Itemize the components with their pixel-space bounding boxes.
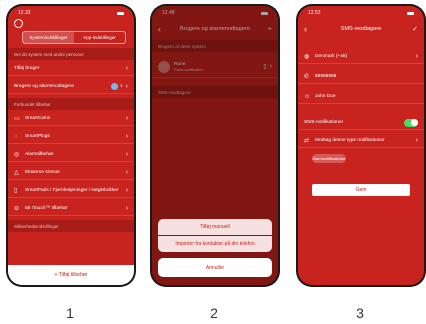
country-value: Denmark (+45)	[315, 54, 348, 59]
chevron-right-icon: ›	[125, 83, 128, 90]
profile-icon[interactable]	[14, 19, 23, 28]
tab-system-settings[interactable]: Systemindstillinger	[23, 32, 74, 43]
signal-icon	[117, 11, 124, 15]
users-recipients-row[interactable]: Brugere og alarmmodtagere 1 ›	[8, 80, 134, 94]
import-contacts-option[interactable]: Importer fra kontakter på din telefon	[158, 236, 272, 252]
screen-2: 12.48 ‹ Brugere og alarmmodtagere + Brug…	[152, 6, 278, 285]
siren-icon: △	[14, 170, 19, 176]
add-user-row[interactable]: Tilføj bruger ›	[8, 62, 134, 76]
notification-type-row[interactable]: ⇄ Modtag denne type notifikationer ›	[298, 134, 424, 148]
add-accessory-button[interactable]: + Tilføj tilbehør	[8, 265, 134, 285]
phone-3: 12.52 ‹ SMS-modtagere ✓ ◍ Denmark (+45) › …	[296, 4, 426, 287]
sms-notifications-row: SMS-notifikationer	[298, 116, 424, 130]
sms-notifications-label: SMS-notifikationer	[304, 120, 344, 125]
device-label: SmartPlugs	[25, 134, 50, 139]
screen-3: 12.52 ‹ SMS-modtagere ✓ ◍ Denmark (+45) › …	[298, 6, 424, 285]
plug-icon: ◌	[14, 133, 18, 140]
step-label-2: 2	[210, 305, 218, 321]
alarm-notifications-pill: Alarmnotifikationer	[312, 154, 346, 163]
phone-icon: ✆	[304, 74, 310, 80]
device-row-alarm[interactable]: ◎ Alarmtilbehør ›	[8, 148, 134, 162]
camera-icon: ▭	[14, 116, 20, 122]
phone-1: 12.32 Systemindstillinger App-indstillin…	[6, 4, 136, 287]
phone-field[interactable]: ✆ 88888888	[298, 70, 424, 84]
notification-type-label: Modtag denne type notifikationer	[315, 138, 385, 143]
chevron-right-icon: ›	[125, 205, 128, 212]
user-avatar	[110, 83, 118, 90]
name-value: John Doe	[315, 94, 336, 99]
info-section: Del dit system med andre personer	[8, 48, 134, 60]
step-label-3: 3	[356, 305, 364, 321]
device-label: SmartPads / Fjernbetjeninger / Nøglebrik…	[25, 188, 119, 193]
device-row-smartpads[interactable]: ▯ SmartPads / Fjernbetjeninger / Nøglebri…	[8, 184, 134, 198]
chevron-right-icon: ›	[415, 137, 418, 144]
chevron-right-icon: ›	[125, 115, 128, 122]
save-button[interactable]: Gem	[312, 184, 410, 196]
step-label-1: 1	[66, 305, 74, 321]
touch-icon: ⊝	[14, 206, 20, 212]
device-label: Alarmtilbehør	[25, 152, 54, 157]
chevron-right-icon: ›	[415, 53, 418, 60]
phone-2: 12.48 ‹ Brugere og alarmmodtagere + Brug…	[150, 4, 280, 287]
alarm-icon: ◎	[14, 152, 20, 158]
nav-bar: ‹ SMS-modtagere ✓	[298, 22, 424, 36]
chevron-right-icon: ›	[125, 151, 128, 158]
security-settings-section: Sikkerhedsindstillinger	[8, 220, 134, 232]
share-icon: ⇄	[304, 138, 310, 144]
phone-value: 88888888	[315, 74, 337, 79]
device-label: Eksterne sirener	[25, 170, 60, 175]
add-user-label: Tilføj bruger	[14, 66, 40, 71]
status-bar: 12.32	[8, 6, 134, 20]
globe-icon: ◍	[304, 54, 310, 60]
chevron-right-icon: ›	[125, 169, 128, 176]
cancel-button[interactable]: Annuller	[158, 258, 272, 277]
person-icon: ☺	[304, 93, 311, 100]
chevron-right-icon: ›	[125, 65, 128, 72]
chevron-right-icon: ›	[125, 187, 128, 194]
user-count: 1	[119, 84, 123, 89]
signal-icon	[407, 11, 414, 15]
keypad-icon: ▯	[14, 188, 18, 194]
chevron-right-icon: ›	[125, 133, 128, 140]
device-row-itouch[interactable]: ⊝ 55 iTouch™ tilbehør ›	[8, 202, 134, 216]
back-icon[interactable]: ‹	[304, 24, 307, 34]
settings-tabs: Systemindstillinger App-indstillinger	[22, 31, 126, 44]
status-bar: 12.52	[298, 6, 424, 20]
device-label: 55 iTouch™ tilbehør	[25, 206, 68, 211]
status-time: 12.32	[18, 10, 31, 16]
device-label: SmartCams	[25, 116, 51, 121]
users-recipients-label: Brugere og alarmmodtagere	[14, 84, 74, 89]
tab-app-settings[interactable]: App-indstillinger	[74, 32, 125, 43]
status-time: 12.52	[308, 10, 321, 16]
device-row-smartplugs[interactable]: ◌ SmartPlugs ›	[8, 130, 134, 144]
country-field[interactable]: ◍ Denmark (+45) ›	[298, 50, 424, 64]
name-field[interactable]: ☺ John Doe	[298, 90, 424, 104]
connected-accessories-section: Forbundet tilbehør	[8, 98, 134, 110]
sms-notifications-toggle[interactable]	[404, 118, 418, 127]
device-row-smartcams[interactable]: ▭ SmartCams ›	[8, 112, 134, 126]
device-row-sirens[interactable]: △ Eksterne sirener ›	[8, 166, 134, 180]
checkmark-icon[interactable]: ✓	[412, 25, 418, 33]
page-title: SMS-modtagere	[340, 26, 382, 32]
screen-1: 12.32 Systemindstillinger App-indstillin…	[8, 6, 134, 285]
add-manually-option[interactable]: Tilføj manuelt	[158, 219, 272, 235]
